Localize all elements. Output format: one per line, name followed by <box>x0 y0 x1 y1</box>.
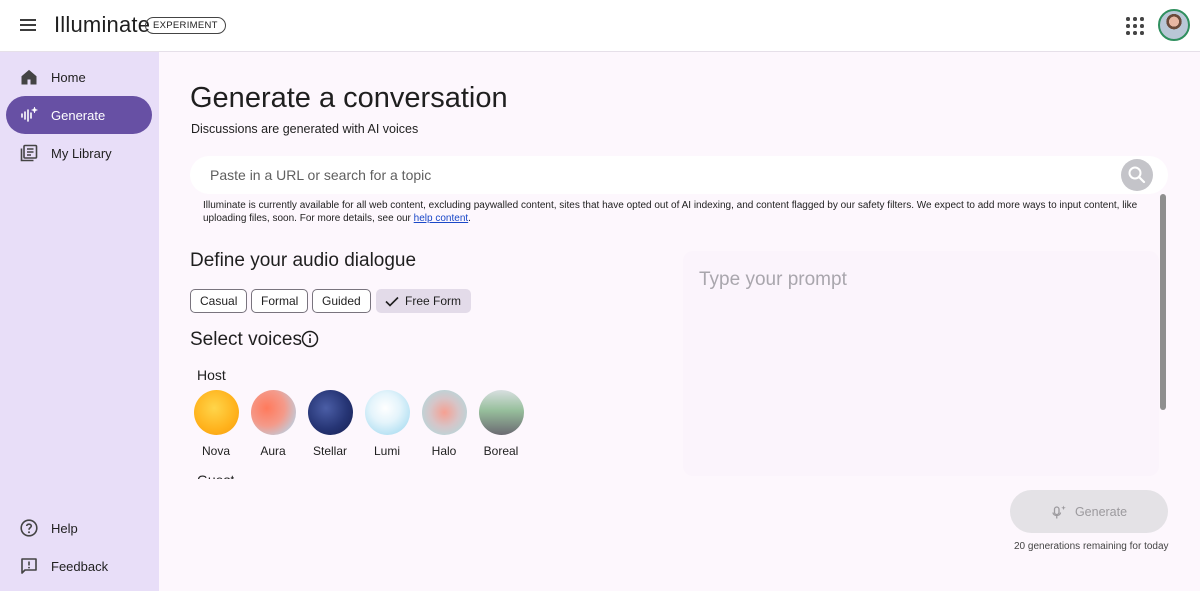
voice-orb <box>307 390 353 435</box>
guest-label: Guest <box>197 472 234 479</box>
sidebar-item-home[interactable]: Home <box>6 58 152 96</box>
voice-option-lumi[interactable]: Lumi <box>359 390 415 458</box>
voice-name: Lumi <box>373 444 400 458</box>
voice-name: Boreal <box>483 444 519 458</box>
generate-button[interactable]: Generate <box>1010 490 1168 533</box>
avatar[interactable] <box>1158 9 1190 41</box>
voice-name: Halo <box>431 444 457 458</box>
voice-orb <box>193 390 239 435</box>
sparkle-waveform-icon <box>21 106 39 122</box>
help-content-link[interactable]: help content <box>414 213 469 224</box>
voice-orb <box>364 390 410 435</box>
style-chip-formal[interactable]: Formal <box>251 289 309 313</box>
voice-orb <box>250 390 296 435</box>
voice-option-stellar[interactable]: Stellar <box>302 390 358 458</box>
notice-text: Illuminate is currently available for al… <box>203 200 1138 224</box>
sidebar-item-label: Help <box>51 520 78 536</box>
check-icon <box>385 296 399 307</box>
sidebar-item-help[interactable]: Help <box>6 509 152 547</box>
apps-grid-icon[interactable] <box>1125 16 1145 36</box>
search-icon <box>1128 166 1146 184</box>
voice-orb <box>478 390 524 435</box>
app-title: Illuminate <box>54 12 151 37</box>
sidebar-item-label: Feedback <box>51 558 109 574</box>
dialogue-heading: Define your audio dialogue <box>190 250 417 271</box>
voice-name: Nova <box>201 444 230 458</box>
prompt-area <box>683 251 1159 476</box>
style-chip-guided[interactable]: Guided <box>312 289 371 313</box>
sidebar-item-feedback[interactable]: Feedback <box>6 547 152 585</box>
voice-name: Aura <box>260 444 286 458</box>
sidebar-item-label: Generate <box>51 107 106 123</box>
menu-icon[interactable] <box>16 13 42 39</box>
voice-name: Stellar <box>312 444 347 458</box>
top-bar: Illuminate EXPERIMENT <box>0 0 1200 52</box>
voice-option-boreal[interactable]: Boreal <box>473 390 529 458</box>
mic-sparkle-icon <box>1052 505 1066 518</box>
library-icon <box>20 144 38 162</box>
search-box <box>190 156 1168 194</box>
voices-heading: Select voices <box>190 329 302 350</box>
generations-remaining: 20 generations remaining for today <box>1014 541 1169 552</box>
voice-option-nova[interactable]: Nova <box>188 390 244 458</box>
voice-orb <box>421 390 467 435</box>
home-icon <box>21 69 37 85</box>
help-icon <box>20 519 38 537</box>
info-icon[interactable] <box>301 330 319 348</box>
scrollbar-thumb[interactable] <box>1160 194 1166 410</box>
sidebar: Home Generate My Library Help Feedback <box>0 52 159 591</box>
voice-option-halo[interactable]: Halo <box>416 390 472 458</box>
voice-option-aura[interactable]: Aura <box>245 390 301 458</box>
sidebar-item-my-library[interactable]: My Library <box>6 134 152 172</box>
experiment-badge: EXPERIMENT <box>145 17 226 34</box>
style-chip-casual[interactable]: Casual <box>190 289 248 313</box>
generate-label: Generate <box>1074 504 1128 519</box>
search-button[interactable] <box>1121 159 1153 191</box>
sidebar-item-label: My Library <box>51 145 112 161</box>
host-label: Host <box>197 367 226 383</box>
availability-notice: Illuminate is currently available for al… <box>203 199 1148 225</box>
sidebar-item-label: Home <box>51 69 86 85</box>
search-input[interactable] <box>210 164 1110 186</box>
chip-label: Free Form <box>405 294 462 308</box>
page-subtitle: Discussions are generated with AI voices <box>191 122 419 136</box>
prompt-input[interactable] <box>699 269 1139 459</box>
notice-end: . <box>468 213 471 224</box>
page-title: Generate a conversation <box>190 82 508 114</box>
style-chip-free-form[interactable]: Free Form <box>376 289 472 313</box>
feedback-icon <box>21 558 37 574</box>
sidebar-item-generate[interactable]: Generate <box>6 96 152 134</box>
